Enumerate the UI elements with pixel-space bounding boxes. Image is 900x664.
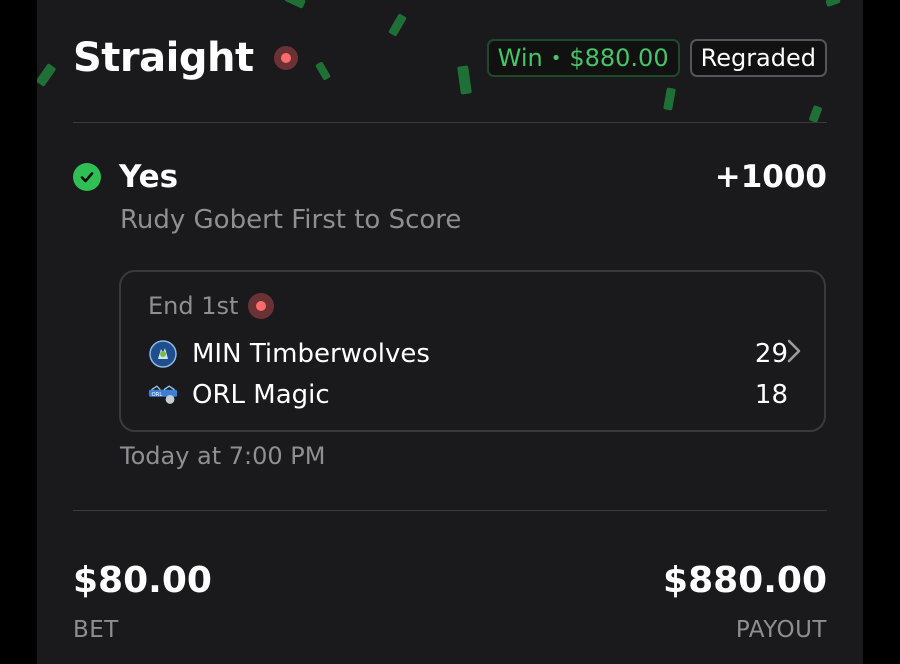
magic-logo-icon: ORL [148, 380, 178, 410]
divider [73, 510, 827, 511]
pick-selection: Yes [119, 159, 179, 195]
timberwolves-logo-icon [148, 339, 178, 369]
win-label: Win [497, 44, 543, 72]
bet-header: Straight Win • $880.00 Regraded [73, 28, 827, 88]
period-label: End 1st [148, 292, 239, 320]
status-badges: Win • $880.00 Regraded [486, 39, 827, 77]
confetti-decoration [808, 104, 823, 124]
team-name: MIN Timberwolves [192, 339, 430, 369]
game-scoreboard[interactable]: End 1st MIN Timberwolves 29 ORL ORL Magi… [119, 270, 826, 432]
live-indicator-icon [273, 46, 298, 70]
regraded-badge: Regraded [689, 39, 827, 77]
svg-text:ORL: ORL [152, 392, 163, 398]
team-row-min: MIN Timberwolves 29 [148, 337, 788, 371]
check-circle-icon [73, 163, 101, 191]
payout-amount: $880.00 [663, 560, 827, 601]
bet-type-title: Straight [73, 35, 254, 81]
payout-label: PAYOUT [735, 617, 827, 643]
win-amount: $880.00 [569, 44, 669, 72]
bet-card: Straight Win • $880.00 Regraded Yes +100… [37, 0, 863, 664]
bet-amount: $80.00 [73, 560, 212, 601]
pick-row: Yes +1000 [73, 155, 827, 199]
divider [73, 122, 827, 123]
bet-label: BET [73, 617, 119, 643]
win-badge: Win • $880.00 [486, 39, 680, 77]
team-name: ORL Magic [192, 380, 330, 410]
confetti-decoration [663, 87, 676, 111]
team-row-orl: ORL ORL Magic 18 [148, 378, 788, 412]
market-description: Rudy Gobert First to Score [120, 205, 462, 235]
team-score: 29 [754, 339, 788, 369]
live-indicator-icon [248, 293, 275, 319]
confetti-decoration [825, 0, 841, 8]
pick-odds: +1000 [714, 159, 827, 195]
team-score: 18 [754, 380, 788, 410]
win-separator: • [550, 47, 562, 69]
game-period: End 1st [148, 292, 275, 320]
game-start-time: Today at 7:00 PM [120, 442, 326, 470]
chevron-right-icon[interactable] [786, 338, 802, 368]
confetti-decoration [284, 0, 306, 9]
confetti-decoration [37, 63, 57, 87]
